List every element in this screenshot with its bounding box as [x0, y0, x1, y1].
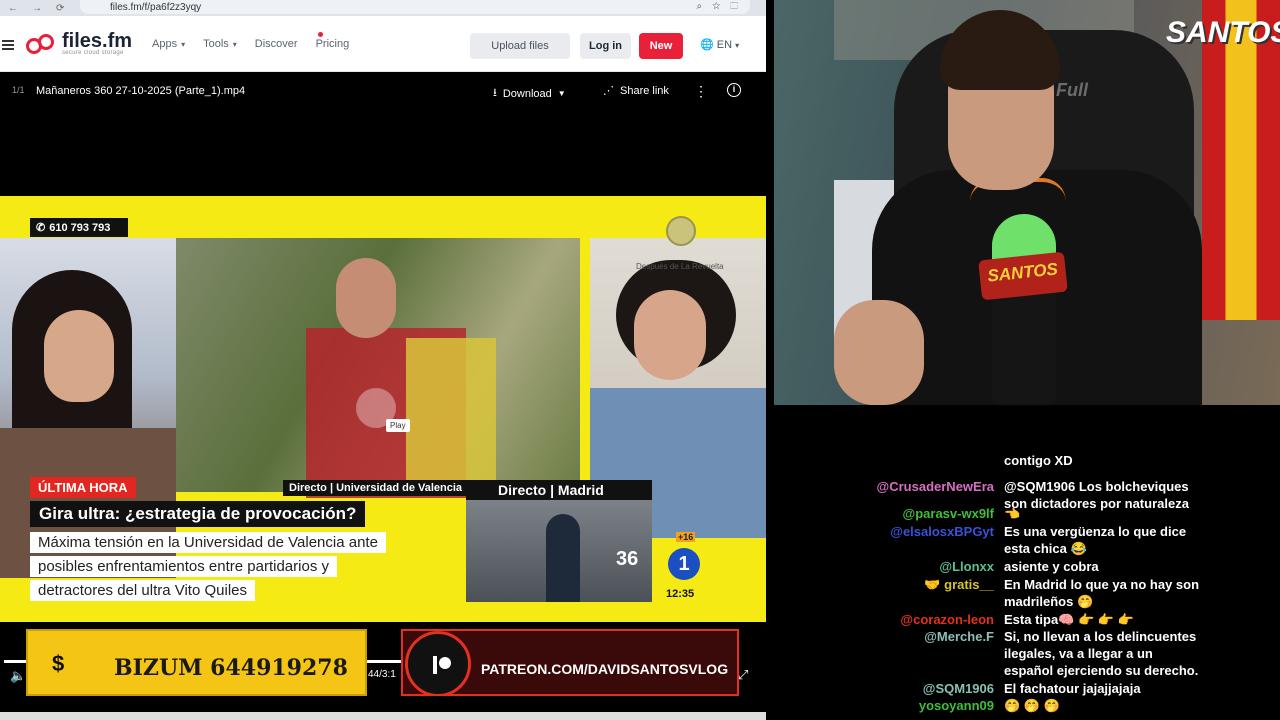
- headline: Gira ultra: ¿estrategia de provocación?: [30, 501, 366, 527]
- bizum-banner: $ BIZUM 644919278: [26, 629, 367, 696]
- chat-username[interactable]: @parasv-wx9lf: [903, 505, 994, 522]
- chevron-down-icon: ▾: [181, 40, 186, 49]
- age-rating: +16: [676, 532, 696, 542]
- chat-text: contigo XD: [1004, 453, 1073, 468]
- volume-icon[interactable]: 🔈: [10, 668, 26, 684]
- whatsapp-phone-badge: ✆ 610 793 793: [30, 218, 128, 237]
- menu-pricing[interactable]: Pricing: [316, 38, 350, 50]
- fullscreen-icon[interactable]: ⤢: [738, 667, 748, 683]
- breaking-news-label: ÚLTIMA HORA: [30, 477, 136, 498]
- more-options-icon[interactable]: ⋮: [694, 83, 708, 100]
- chat-text: El fachatour jajajjajaja: [1004, 681, 1141, 696]
- channel-one-logo: 1: [668, 548, 700, 580]
- patreon-text: PATREON.COM/DAVIDSANTOSVLOG: [481, 661, 729, 677]
- live-label-valencia: Directo | Universidad de Valencia: [283, 480, 469, 496]
- screen: ←→⟳ files.fm/f/pa6f2z3yqy ⌕☆⬚ files.fm s…: [0, 0, 1280, 720]
- browser-window: ←→⟳ files.fm/f/pa6f2z3yqy ⌕☆⬚ files.fm s…: [0, 0, 766, 720]
- file-toolbar: 1/1 Mañaneros 360 27-10-2025 (Parte_1).m…: [0, 72, 766, 110]
- chat-text: 🤭 🤭 🤭: [1004, 698, 1060, 713]
- video-frame[interactable]: ✆ 610 793 793 Después de La Revuelta Pla…: [0, 196, 766, 622]
- download-button[interactable]: ⭳ Download ▼: [493, 84, 566, 103]
- cloud-logo-icon: [26, 32, 62, 56]
- download-icon: ⭳: [493, 87, 497, 99]
- extension-icons[interactable]: ⌕☆⬚: [697, 1, 748, 12]
- subtitle-line: posibles enfrentamientos entre partidari…: [30, 556, 337, 577]
- address-bar[interactable]: files.fm/f/pa6f2z3yqy: [80, 0, 750, 14]
- channel-seal-logo: [666, 216, 696, 246]
- menu-tools[interactable]: Tools ▾: [203, 38, 237, 50]
- notification-dot: [318, 32, 323, 37]
- chat-text: 👈: [1004, 506, 1021, 521]
- login-button[interactable]: Log in: [580, 33, 631, 59]
- language-selector[interactable]: 🌐 EN ▾: [700, 38, 739, 51]
- taskbar-strip: [0, 712, 766, 720]
- info-icon[interactable]: i: [727, 83, 741, 97]
- file-name: Mañaneros 360 27-10-2025 (Parte_1).mp4: [36, 85, 246, 97]
- logo-name: files.fm: [62, 30, 133, 52]
- dollar-icon: $: [52, 651, 65, 676]
- chat-username[interactable]: @SQM1906: [923, 680, 994, 697]
- webcam-feed: Full SANTOS: [774, 0, 1280, 405]
- network-logo: 36: [616, 548, 639, 570]
- streamer-brand-logo: SANTOS: [1166, 16, 1280, 49]
- studio-presenter-panel: [0, 238, 176, 578]
- bizum-text: BIZUM 644919278: [114, 655, 348, 681]
- main-menu: Apps ▾ Tools ▾ Discover Pricing: [152, 38, 349, 50]
- chat-username[interactable]: @Merche.F: [924, 628, 994, 645]
- chat-text: Es una vergüenza lo que dice esta chica …: [1004, 524, 1187, 556]
- live-chat: contigo XD @CrusaderNewEra @SQM1906 Los bo…: [774, 405, 1280, 720]
- chat-text: Si, no llevan a los delincuentes ilegale…: [1004, 629, 1199, 678]
- whatsapp-icon: ✆: [36, 222, 46, 234]
- upload-files-button[interactable]: Upload files: [470, 33, 570, 59]
- chevron-down-icon: ▾: [232, 40, 237, 49]
- menu-apps[interactable]: Apps ▾: [152, 38, 185, 50]
- patreon-icon: [405, 631, 471, 694]
- play-tooltip: Play: [386, 419, 410, 432]
- time-display: 44/3:1: [368, 669, 396, 680]
- chat-text: asiente y cobra: [1004, 559, 1099, 574]
- chat-username[interactable]: @elsalosxBPGyt: [890, 523, 994, 540]
- site-header: files.fm secure cloud storage Apps ▾ Tool…: [0, 16, 766, 72]
- globe-icon: 🌐: [700, 39, 714, 51]
- nav-buttons[interactable]: ←→⟳: [8, 3, 78, 14]
- subtitle-line: Máxima tensión en la Universidad de Vale…: [30, 532, 386, 553]
- browser-toolbar: ←→⟳ files.fm/f/pa6f2z3yqy ⌕☆⬚: [0, 0, 766, 16]
- menu-discover[interactable]: Discover: [255, 38, 298, 50]
- chat-username[interactable]: @corazon-leon: [900, 611, 994, 628]
- chat-text: En Madrid lo que ya no hay son madrileño…: [1004, 577, 1200, 609]
- chair-brand: Full: [1056, 80, 1088, 100]
- site-logo[interactable]: files.fm secure cloud storage: [26, 30, 133, 56]
- chat-username[interactable]: @Llonxx: [939, 558, 994, 575]
- url-text: files.fm/f/pa6f2z3yqy: [110, 1, 202, 13]
- share-icon: ⋰: [603, 85, 614, 97]
- chat-text: Esta tipa🧠 👉 👉 👉: [1004, 612, 1134, 627]
- channel-text: Después de La Revuelta: [636, 262, 724, 271]
- hamburger-menu-icon[interactable]: [2, 40, 14, 50]
- patreon-banner: PATREON.COM/DAVIDSANTOSVLOG: [401, 629, 739, 696]
- share-link-button[interactable]: ⋰ Share link: [603, 84, 669, 98]
- protest-footage-panel: [176, 238, 580, 498]
- chat-username[interactable]: @CrusaderNewEra: [877, 478, 994, 495]
- chat-username[interactable]: 🤝 gratis__: [924, 576, 994, 593]
- subtitle-line: detractores del ultra Vito Quiles: [30, 580, 255, 601]
- chevron-down-icon: ▾: [735, 41, 740, 50]
- chat-username[interactable]: yosoyann09: [919, 697, 994, 714]
- broadcast-clock: 12:35: [666, 588, 695, 600]
- new-button[interactable]: New: [639, 33, 683, 59]
- caret-down-icon: ▼: [557, 89, 566, 98]
- file-index: 1/1: [12, 85, 25, 95]
- live-label-madrid: Directo | Madrid: [466, 480, 652, 500]
- logo-tagline: secure cloud storage: [62, 50, 124, 56]
